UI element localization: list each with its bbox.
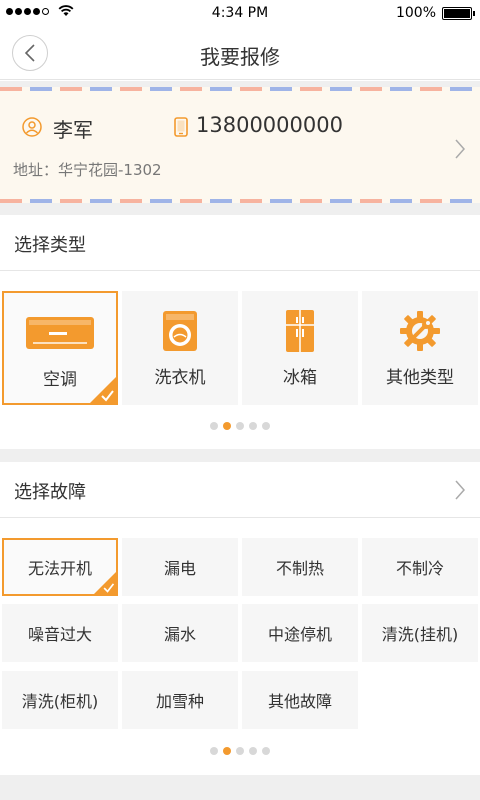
contact-phone: 13800000000 — [196, 113, 343, 137]
type-pager — [0, 422, 480, 432]
nav-bar: 我要报修 — [0, 28, 480, 80]
airmail-border — [0, 87, 480, 91]
fault-chip[interactable]: 清洗(柜机) — [2, 671, 118, 729]
fault-chip[interactable]: 清洗(挂机) — [362, 604, 478, 662]
fault-chip-label: 无法开机 — [27, 559, 92, 578]
fault-chip[interactable]: 不制热 — [242, 538, 358, 596]
gear-wrench-icon — [400, 311, 440, 351]
chevron-right-icon — [455, 139, 466, 159]
pager-dot[interactable] — [262, 747, 270, 755]
type-tile-label: 其他类型 — [386, 368, 454, 388]
fault-chip[interactable]: 其他故障 — [242, 671, 358, 729]
pager-dot-active[interactable] — [223, 747, 231, 755]
type-tile-label: 洗衣机 — [154, 368, 206, 388]
fault-chip-label: 漏电 — [163, 559, 196, 578]
fault-chip-label: 噪音过大 — [27, 625, 92, 644]
pager-dot-active[interactable] — [223, 422, 231, 430]
user-icon — [22, 117, 42, 137]
pager-dot[interactable] — [210, 747, 218, 755]
fault-chip-label: 加雪种 — [155, 692, 204, 711]
fault-chip-label: 其他故障 — [267, 692, 332, 711]
type-tile-washing-machine[interactable]: 洗衣机 — [122, 291, 238, 405]
pager-dot[interactable] — [236, 422, 244, 430]
type-tile-label: 冰箱 — [283, 368, 317, 388]
battery-percentage: 100% — [395, 5, 436, 21]
fault-chip-label: 清洗(挂机) — [381, 625, 459, 644]
fault-chip-label: 中途停机 — [267, 625, 332, 644]
phone-icon — [174, 117, 188, 137]
fault-chip-label: 不制冷 — [395, 559, 444, 578]
fault-chip[interactable]: 漏电 — [122, 538, 238, 596]
pager-dot[interactable] — [249, 422, 257, 430]
type-tile-air-conditioner[interactable]: 空调 — [2, 291, 118, 405]
fault-chip[interactable]: 无法开机 — [2, 538, 118, 596]
washing-machine-icon — [163, 311, 197, 351]
fault-chip[interactable]: 漏水 — [122, 604, 238, 662]
type-tile-refrigerator[interactable]: 冰箱 — [242, 291, 358, 405]
page-title: 我要报修 — [200, 45, 280, 69]
address-card[interactable]: 李军 13800000000 地址：华宁花园-1302 — [0, 87, 480, 203]
contact-address: 地址：华宁花园-1302 — [13, 161, 162, 179]
chevron-right-icon — [455, 480, 466, 500]
type-section-title: 选择类型 — [14, 235, 86, 256]
refrigerator-icon — [286, 310, 314, 352]
fault-pager — [0, 747, 480, 757]
pager-dot[interactable] — [236, 747, 244, 755]
pager-dot[interactable] — [249, 747, 257, 755]
type-tile-other[interactable]: 其他类型 — [362, 291, 478, 405]
pager-dot[interactable] — [262, 422, 270, 430]
checkmark-icon — [90, 377, 116, 403]
checkmark-icon — [94, 572, 116, 594]
fault-section-header[interactable]: 选择故障 — [0, 462, 480, 518]
divider — [0, 775, 480, 800]
fault-chip[interactable]: 噪音过大 — [2, 604, 118, 662]
battery-icon — [442, 7, 475, 20]
divider — [0, 449, 480, 462]
fault-chip-label: 不制热 — [275, 559, 324, 578]
contact-name: 李军 — [53, 118, 93, 142]
fault-chip[interactable]: 不制冷 — [362, 538, 478, 596]
pager-dot[interactable] — [210, 422, 218, 430]
status-bar: 4:34 PM 100% — [0, 0, 480, 28]
divider — [0, 203, 480, 215]
air-conditioner-icon — [26, 317, 94, 349]
fault-chip[interactable]: 加雪种 — [122, 671, 238, 729]
type-section-header: 选择类型 — [0, 215, 480, 271]
fault-chip-label: 漏水 — [163, 625, 196, 644]
fault-section-title: 选择故障 — [14, 482, 86, 503]
fault-chip[interactable]: 中途停机 — [242, 604, 358, 662]
fault-chip-label: 清洗(柜机) — [21, 692, 99, 711]
